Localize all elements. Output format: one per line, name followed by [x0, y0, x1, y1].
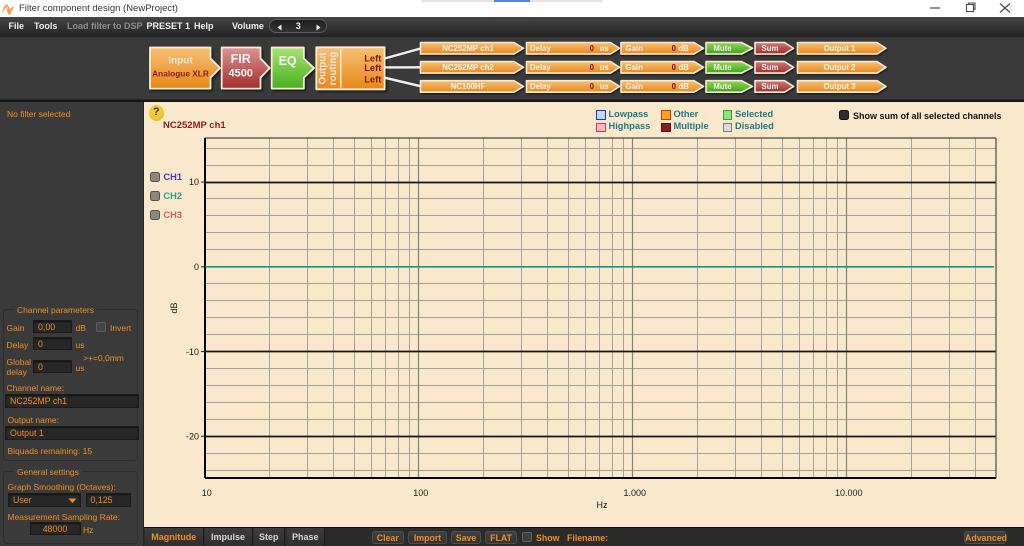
svg-text:Output: Output: [318, 52, 329, 85]
svg-text:Sum: Sum: [762, 44, 779, 53]
svg-text:Output 2: Output 2: [823, 63, 856, 72]
svg-text:NC252MP ch1: NC252MP ch1: [442, 44, 494, 53]
svg-text:Gain: Gain: [626, 82, 644, 91]
svg-text:Left: Left: [364, 54, 381, 64]
svg-text:Mute: Mute: [713, 82, 732, 91]
svg-text:0: 0: [590, 63, 595, 72]
svg-text:-20: -20: [186, 432, 199, 442]
svg-text:100: 100: [413, 488, 428, 498]
svg-text:NC100HF: NC100HF: [451, 82, 486, 91]
svg-text:10.000: 10.000: [835, 488, 863, 498]
svg-text:10: 10: [202, 488, 212, 498]
svg-text:1.000: 1.000: [624, 488, 647, 498]
svg-text:0: 0: [590, 82, 595, 91]
svg-text:Delay: Delay: [530, 44, 551, 53]
svg-text:dB: dB: [679, 63, 690, 72]
svg-text:Sum: Sum: [762, 63, 779, 72]
svg-text:Left: Left: [364, 74, 381, 84]
svg-text:Analogue XLR: Analogue XLR: [152, 69, 209, 79]
svg-text:0: 0: [672, 63, 677, 72]
svg-text:Output 1: Output 1: [823, 44, 856, 53]
svg-text:0: 0: [194, 262, 199, 272]
svg-text:NC252MP ch2: NC252MP ch2: [442, 63, 494, 72]
svg-text:us: us: [600, 63, 610, 72]
svg-text:Input: Input: [168, 56, 193, 67]
svg-text:dB: dB: [679, 44, 690, 53]
svg-text:Delay: Delay: [530, 63, 551, 72]
svg-text:0: 0: [590, 44, 595, 53]
svg-text:Output 3: Output 3: [823, 82, 856, 91]
svg-text:Left: Left: [364, 63, 381, 73]
svg-text:Gain: Gain: [626, 63, 644, 72]
svg-text:us: us: [600, 82, 610, 91]
svg-text:Delay: Delay: [530, 82, 551, 91]
svg-text:routing: routing: [328, 52, 339, 86]
svg-text:Hz: Hz: [597, 500, 608, 510]
svg-text:10: 10: [189, 177, 199, 187]
svg-text:Sum: Sum: [762, 82, 779, 91]
svg-text:EQ: EQ: [279, 54, 297, 68]
svg-text:0: 0: [672, 44, 677, 53]
svg-text:Mute: Mute: [713, 63, 732, 72]
svg-text:4500: 4500: [228, 67, 252, 79]
svg-text:FIR: FIR: [231, 52, 251, 66]
svg-text:-10: -10: [186, 347, 199, 357]
svg-text:Mute: Mute: [713, 44, 732, 53]
svg-text:Gain: Gain: [626, 44, 644, 53]
svg-text:us: us: [600, 44, 610, 53]
svg-text:dB: dB: [169, 302, 179, 313]
svg-text:0: 0: [672, 82, 677, 91]
svg-text:dB: dB: [679, 82, 690, 91]
